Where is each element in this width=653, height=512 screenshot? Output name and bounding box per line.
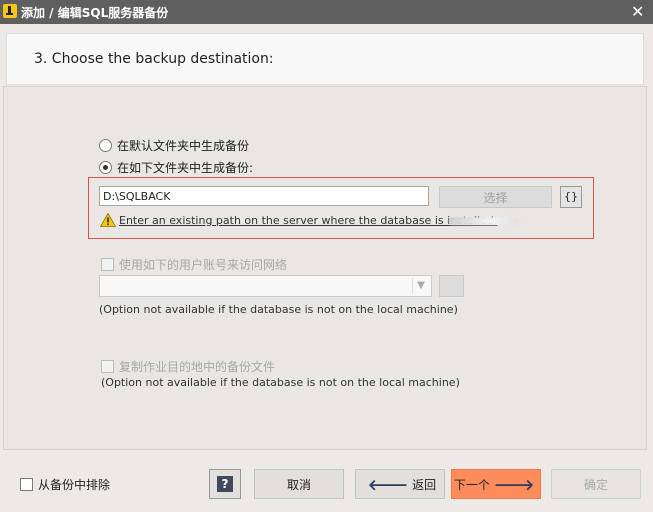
choose-folder-button[interactable]: 选择 xyxy=(439,186,552,208)
exclude-option[interactable]: 从备份中排除 xyxy=(20,476,110,493)
radio-custom-folder[interactable] xyxy=(99,161,112,174)
network-unavailable-note: (Option not available if the database is… xyxy=(99,303,458,316)
cancel-button[interactable]: 取消 xyxy=(254,469,344,499)
backup-path-input[interactable]: D:\SQLBACK xyxy=(99,186,429,206)
option-custom-folder[interactable]: 在如下文件夹中生成备份: xyxy=(99,159,253,176)
ok-label: 确定 xyxy=(583,477,608,492)
path-warning-text: Enter an existing path on the server whe… xyxy=(119,214,498,227)
title-bar: 添加 / 编辑SQL服务器备份 ✕ xyxy=(0,0,653,24)
next-label: 下一个 xyxy=(453,477,490,492)
option-default-folder[interactable]: 在默认文件夹中生成备份 xyxy=(99,137,249,154)
arrow-right-icon: 🡒 xyxy=(493,475,535,494)
use-account-checkbox[interactable] xyxy=(101,258,114,271)
step-title: 3. Choose the backup destination: xyxy=(34,51,274,67)
cancel-label: 取消 xyxy=(286,477,311,492)
use-account-label: 使用如下的用户账号来访问网络 xyxy=(119,258,288,272)
arrow-left-icon: 🡐 xyxy=(367,475,409,494)
radio-default-folder[interactable] xyxy=(99,139,112,152)
step-header: 3. Choose the backup destination: xyxy=(6,33,644,85)
chevron-down-icon[interactable]: ▼ xyxy=(412,278,429,294)
ok-button[interactable]: 确定 xyxy=(551,469,641,499)
app-logo-icon xyxy=(3,4,17,18)
next-button[interactable]: 下一个 🡒 xyxy=(451,469,541,499)
copy-files-checkbox[interactable] xyxy=(101,360,114,373)
close-icon[interactable]: ✕ xyxy=(631,2,644,21)
use-account-option[interactable]: 使用如下的用户账号来访问网络 xyxy=(101,256,287,273)
exclude-label: 从备份中排除 xyxy=(38,478,111,492)
copy-files-label: 复制作业目的地中的备份文件 xyxy=(119,360,276,374)
option-default-label: 在默认文件夹中生成备份 xyxy=(117,139,250,153)
back-button[interactable]: 🡐 返回 xyxy=(355,469,445,499)
server-name-blurred xyxy=(449,217,519,225)
back-label: 返回 xyxy=(412,477,437,492)
help-icon: ? xyxy=(217,476,233,492)
option-custom-label: 在如下文件夹中生成备份: xyxy=(117,161,254,175)
exclude-checkbox[interactable] xyxy=(20,478,33,491)
window-title: 添加 / 编辑SQL服务器备份 xyxy=(21,6,169,20)
variables-button[interactable]: {} xyxy=(560,186,582,208)
warning-icon xyxy=(100,213,116,227)
account-select[interactable]: ▼ xyxy=(99,275,432,297)
copy-unavailable-note: (Option not available if the database is… xyxy=(101,376,460,389)
account-edit-button[interactable] xyxy=(439,275,464,297)
copy-files-option[interactable]: 复制作业目的地中的备份文件 xyxy=(101,358,275,375)
help-button[interactable]: ? xyxy=(209,469,241,499)
